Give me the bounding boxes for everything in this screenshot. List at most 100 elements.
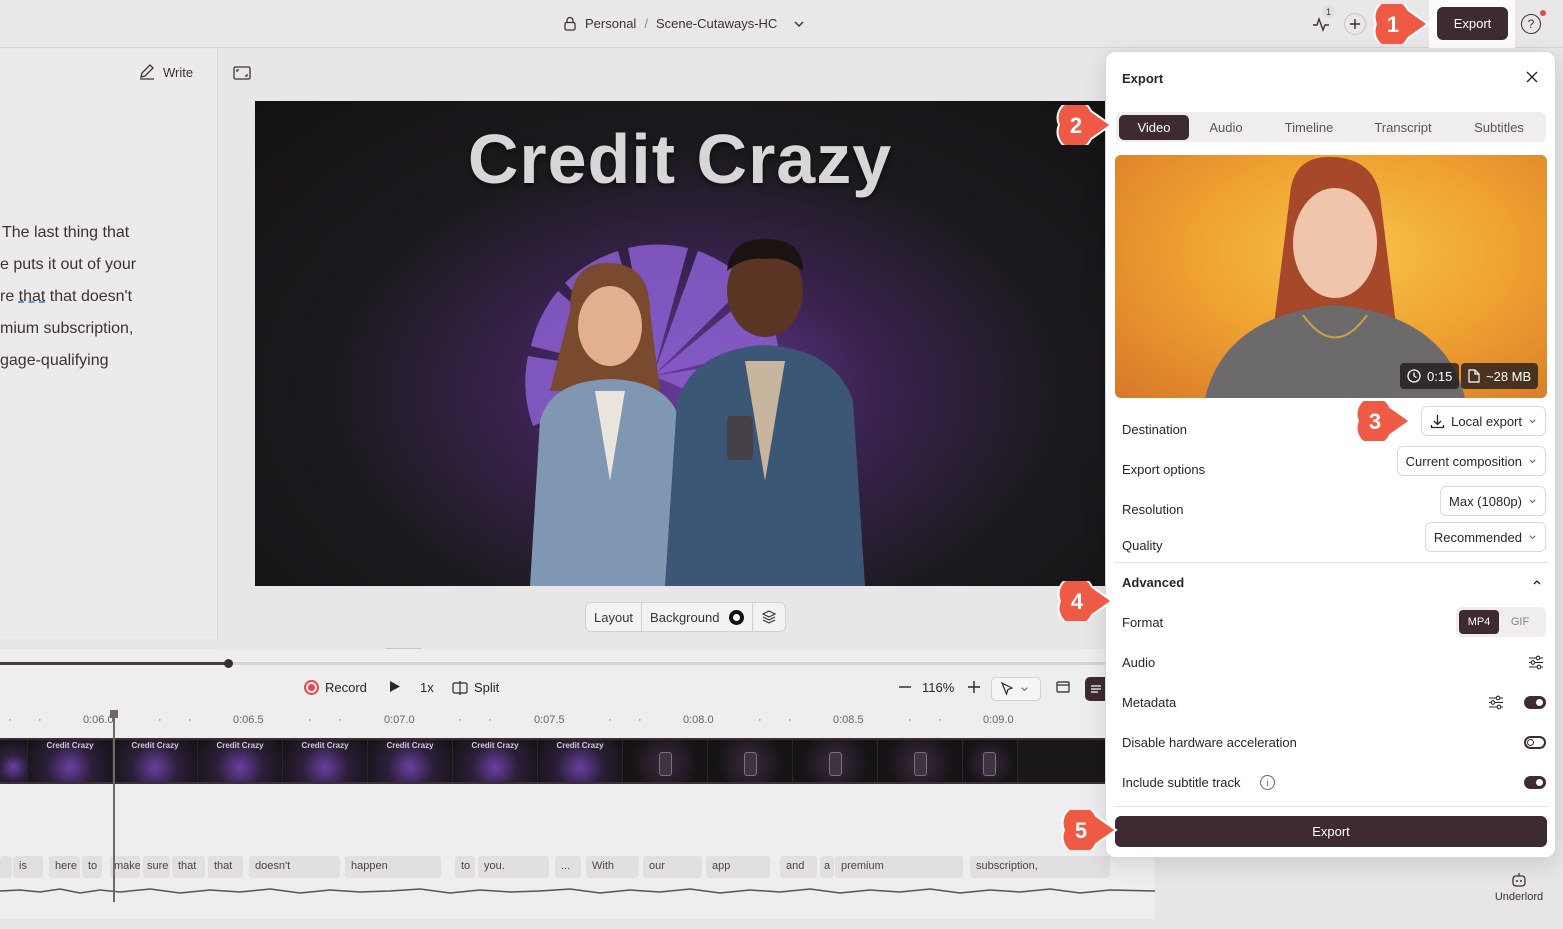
- zoom-out-button[interactable]: [898, 680, 912, 694]
- callout-4: 4: [1057, 581, 1114, 621]
- ruler-label: 0:07.5: [534, 714, 565, 726]
- notification-dot: [1540, 10, 1546, 16]
- script-line[interactable]: mium subscription,: [0, 313, 136, 345]
- script-line[interactable]: gage-qualifying: [0, 345, 136, 377]
- size-badge: ~28 MB: [1461, 363, 1539, 389]
- robot-icon: [1512, 873, 1526, 887]
- video-track-filmstrip[interactable]: Credit Crazy Credit Crazy Credit Crazy C…: [0, 738, 1105, 784]
- word-chip[interactable]: you.: [478, 856, 549, 878]
- quality-row: Quality Recommended: [1122, 522, 1546, 560]
- format-option-gif[interactable]: GIF: [1499, 610, 1541, 634]
- word-chip[interactable]: [0, 856, 12, 878]
- playhead[interactable]: [113, 712, 115, 902]
- export-options-select[interactable]: Current composition: [1396, 446, 1546, 476]
- write-button[interactable]: Write: [138, 64, 193, 80]
- word-chip[interactable]: here: [49, 856, 80, 878]
- time-ruler[interactable]: · · 0:06.0 · · 0:06.5 · · 0:07.0 · · 0:0…: [0, 711, 1105, 729]
- hardware-acceleration-toggle[interactable]: [1524, 736, 1546, 749]
- divider: [1114, 562, 1548, 563]
- filmstrip-frame: Credit Crazy: [453, 740, 538, 782]
- word-chip[interactable]: that: [208, 856, 243, 878]
- tab-audio[interactable]: Audio: [1196, 115, 1256, 140]
- tab-subtitles[interactable]: Subtitles: [1459, 115, 1539, 140]
- word-chip[interactable]: and: [780, 856, 817, 878]
- scrub-handle[interactable]: [224, 659, 233, 668]
- close-button[interactable]: [1525, 70, 1539, 89]
- metadata-row: Metadata: [1122, 695, 1546, 715]
- layout-button[interactable]: Layout: [586, 603, 643, 631]
- breadcrumb-workspace[interactable]: Personal: [585, 16, 636, 31]
- video-canvas[interactable]: Credit Crazy: [255, 101, 1105, 586]
- word-chip[interactable]: ...: [555, 856, 581, 878]
- script-panel: Write The last thing that e puts it out …: [0, 49, 218, 639]
- callout-5: 5: [1061, 810, 1118, 850]
- track-view-button[interactable]: [1056, 680, 1070, 694]
- chevron-up-icon[interactable]: [1532, 577, 1542, 587]
- script-line[interactable]: e puts it out of your: [0, 249, 136, 281]
- ruler-tick: ·: [308, 714, 312, 726]
- callout-1: 1: [1373, 4, 1430, 44]
- layers-button[interactable]: [753, 603, 785, 631]
- word-chip[interactable]: subscription,: [970, 856, 1110, 878]
- export-submit-button[interactable]: Export: [1115, 816, 1547, 847]
- play-icon: [390, 681, 400, 692]
- underlined-word[interactable]: that: [19, 288, 46, 305]
- ruler-tick: ·: [188, 714, 192, 726]
- play-button[interactable]: [389, 680, 401, 693]
- resolution-select[interactable]: Max (1080p): [1440, 486, 1546, 516]
- plus-icon: [968, 681, 980, 693]
- pen-icon: [140, 64, 154, 80]
- export-preview: 0:15 ~28 MB: [1115, 155, 1547, 398]
- aspect-ratio-icon: [233, 66, 251, 80]
- script-line[interactable]: re that that doesn't: [0, 281, 136, 313]
- underlord-button[interactable]: Underlord: [1490, 872, 1548, 903]
- quality-select[interactable]: Recommended: [1424, 522, 1546, 552]
- word-chip[interactable]: doesn't: [249, 856, 340, 878]
- duration-badge: 0:15: [1400, 363, 1460, 389]
- word-chip[interactable]: our: [643, 856, 702, 878]
- subtitle-track-toggle[interactable]: [1524, 776, 1546, 789]
- word-chip[interactable]: sure: [143, 856, 170, 878]
- word-chip[interactable]: happen: [345, 856, 441, 878]
- ruler-label: 0:06.0: [83, 714, 114, 726]
- tab-video[interactable]: Video: [1119, 115, 1189, 140]
- tab-timeline[interactable]: Timeline: [1269, 115, 1349, 140]
- zoom-in-button[interactable]: [967, 680, 981, 694]
- breadcrumb-separator: /: [644, 16, 648, 31]
- ruler-label: 0:08.0: [683, 714, 714, 726]
- sliders-icon[interactable]: [1488, 695, 1504, 710]
- split-button[interactable]: Split: [452, 680, 499, 695]
- breadcrumb-project[interactable]: Scene-Cutaways-HC: [656, 16, 777, 31]
- captions-view-button[interactable]: [1085, 677, 1107, 701]
- word-chip[interactable]: that: [172, 856, 205, 878]
- tab-transcript[interactable]: Transcript: [1363, 115, 1443, 140]
- metadata-toggle[interactable]: [1524, 696, 1546, 709]
- word-chip[interactable]: With: [586, 856, 639, 878]
- chevron-down-icon[interactable]: [793, 18, 805, 30]
- aspect-ratio-button[interactable]: [233, 66, 251, 85]
- word-chip[interactable]: premium: [835, 856, 963, 878]
- help-button[interactable]: ?: [1521, 14, 1541, 34]
- speed-button[interactable]: 1x: [420, 680, 434, 695]
- sliders-icon[interactable]: [1528, 655, 1544, 670]
- word-chip[interactable]: is: [13, 856, 43, 878]
- record-button[interactable]: Record: [304, 680, 367, 695]
- word-chip[interactable]: a: [820, 856, 834, 878]
- word-chip[interactable]: app: [706, 856, 770, 878]
- ruler-label: 0:07.0: [384, 714, 415, 726]
- word-chip[interactable]: to: [455, 856, 475, 878]
- pointer-tool-button[interactable]: [991, 677, 1041, 701]
- destination-select[interactable]: Local export: [1421, 406, 1546, 436]
- background-button[interactable]: Background: [642, 603, 754, 631]
- activity-icon: [1313, 16, 1329, 32]
- callout-number: 2: [1070, 113, 1082, 138]
- export-tabs: Video Audio Timeline Transcript Subtitle…: [1116, 112, 1546, 142]
- format-option-mp4[interactable]: MP4: [1459, 610, 1499, 634]
- script-text[interactable]: The last thing that e puts it out of you…: [0, 217, 136, 377]
- advanced-section-header[interactable]: Advanced: [1122, 575, 1546, 595]
- script-line[interactable]: The last thing that: [0, 217, 136, 249]
- export-button[interactable]: Export: [1437, 7, 1508, 40]
- add-button[interactable]: [1344, 13, 1366, 35]
- info-icon[interactable]: i: [1260, 775, 1275, 790]
- word-chip[interactable]: to: [82, 856, 102, 878]
